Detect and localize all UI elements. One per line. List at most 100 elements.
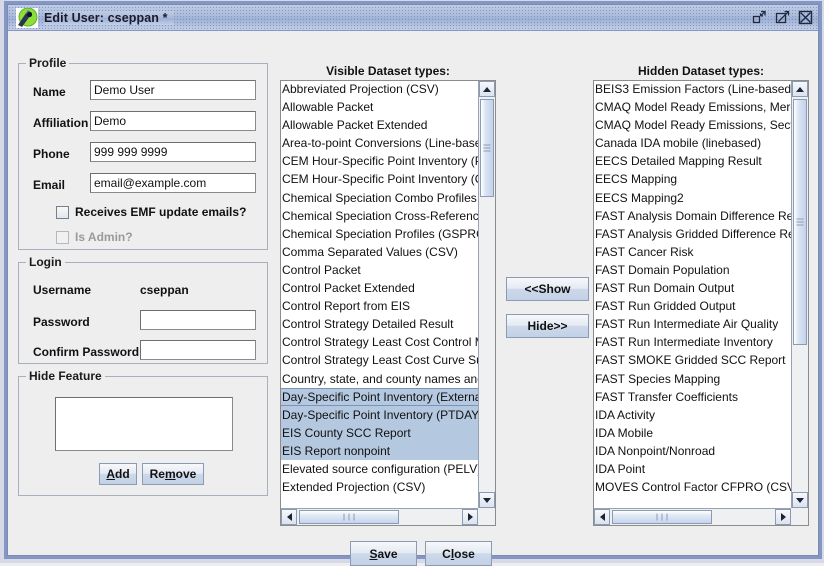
list-item[interactable]: FAST Run Gridded Output: [594, 297, 791, 315]
hidden-hscroll-thumb[interactable]: [612, 510, 712, 524]
scroll-left-arrow-icon[interactable]: [281, 509, 297, 525]
list-item[interactable]: IDA Mobile: [594, 424, 791, 442]
list-item[interactable]: EIS County SCC Report: [281, 424, 478, 442]
remove-button[interactable]: Remove: [142, 463, 204, 485]
show-button[interactable]: <<Show: [506, 277, 589, 301]
list-item[interactable]: FAST SMOKE Gridded SCC Report: [594, 351, 791, 369]
list-item[interactable]: FAST Run Intermediate Inventory: [594, 333, 791, 351]
list-item[interactable]: Control Packet: [281, 261, 478, 279]
hidden-list-hscrollbar[interactable]: [594, 508, 791, 525]
window-controls: [751, 5, 813, 30]
email-field[interactable]: [90, 173, 256, 193]
visible-dataset-list[interactable]: Abbreviated Projection (CSV)Allowable Pa…: [280, 80, 496, 526]
list-item[interactable]: CEM Hour-Specific Point Inventory (ORL): [281, 170, 478, 188]
scroll-down-arrow-icon[interactable]: [479, 492, 495, 508]
list-item[interactable]: EECS Mapping2: [594, 189, 791, 207]
scroll-down-arrow-icon[interactable]: [792, 492, 808, 508]
affiliation-field[interactable]: [90, 111, 256, 131]
list-item[interactable]: Control Strategy Detailed Result: [281, 315, 478, 333]
hidden-vscroll-thumb[interactable]: [793, 99, 807, 345]
list-item[interactable]: Abbreviated Projection (CSV): [281, 81, 478, 98]
receives-emails-checkbox[interactable]: Receives EMF update emails?: [56, 205, 246, 219]
list-item[interactable]: FAST Cancer Risk: [594, 243, 791, 261]
list-item[interactable]: FAST Species Mapping: [594, 370, 791, 388]
hidden-list-items: BEIS3 Emission Factors (Line-based)CMAQ …: [594, 81, 791, 496]
list-item[interactable]: FAST Transfer Coefficients: [594, 388, 791, 406]
scroll-up-arrow-icon[interactable]: [792, 81, 808, 97]
list-item[interactable]: IDA Nonpoint/Nonroad: [594, 442, 791, 460]
scroll-up-arrow-icon[interactable]: [479, 81, 495, 97]
desktop-background: Edit User: cseppan *: [0, 0, 824, 563]
list-item[interactable]: IDA Point: [594, 460, 791, 478]
scroll-right-arrow-icon[interactable]: [775, 509, 791, 525]
visible-list-items: Abbreviated Projection (CSV)Allowable Pa…: [281, 81, 478, 496]
edit-user-icon: [16, 8, 38, 28]
list-item[interactable]: Day-Specific Point Inventory (External): [281, 388, 478, 406]
thumb-grip: [484, 143, 491, 154]
list-item[interactable]: Elevated source configuration (PELV): [281, 460, 478, 478]
list-item[interactable]: FAST Domain Population: [594, 261, 791, 279]
list-item[interactable]: FAST Run Intermediate Air Quality: [594, 315, 791, 333]
is-admin-checkbox: Is Admin?: [56, 230, 133, 244]
username-label: Username: [33, 283, 91, 297]
list-item[interactable]: Chemical Speciation Cross-Reference: [281, 207, 478, 225]
list-item[interactable]: Allowable Packet: [281, 98, 478, 116]
list-item[interactable]: Area-to-point Conversions (Line-based): [281, 134, 478, 152]
confirm-password-field[interactable]: [140, 340, 256, 360]
visible-list-caption: Visible Dataset types:: [280, 64, 496, 78]
list-item[interactable]: Chemical Speciation Profiles (GSPRO): [281, 225, 478, 243]
list-item[interactable]: Canada IDA mobile (linebased): [594, 134, 791, 152]
name-label: Name: [33, 85, 66, 99]
list-item[interactable]: FAST Analysis Domain Difference Result: [594, 207, 791, 225]
list-item[interactable]: Control Packet Extended: [281, 279, 478, 297]
list-item[interactable]: IDA Activity: [594, 406, 791, 424]
phone-field[interactable]: [90, 142, 256, 162]
window-title: Edit User: cseppan *: [44, 11, 174, 25]
hidden-dataset-list[interactable]: BEIS3 Emission Factors (Line-based)CMAQ …: [593, 80, 809, 526]
close-button-footer[interactable]: Close: [425, 541, 492, 566]
list-item[interactable]: CMAQ Model Ready Emissions, Merged: [594, 98, 791, 116]
visible-list-vscrollbar[interactable]: [478, 81, 495, 508]
thumb-grip: [797, 217, 804, 228]
list-item[interactable]: CEM Hour-Specific Point Inventory (PTHOU…: [281, 152, 478, 170]
list-item[interactable]: Control Strategy Least Cost Control Meas…: [281, 333, 478, 351]
list-item[interactable]: Day-Specific Point Inventory (PTDAY): [281, 406, 478, 424]
list-item[interactable]: Control Strategy Least Cost Curve Summar…: [281, 351, 478, 369]
visible-list-hscrollbar[interactable]: [281, 508, 478, 525]
list-item[interactable]: Comma Separated Values (CSV): [281, 243, 478, 261]
visible-hscroll-thumb[interactable]: [299, 510, 399, 524]
list-item[interactable]: CMAQ Model Ready Emissions, Sector: [594, 116, 791, 134]
list-item[interactable]: EIS Report nonpoint: [281, 442, 478, 460]
scroll-right-arrow-icon[interactable]: [462, 509, 478, 525]
password-label: Password: [33, 315, 90, 329]
affiliation-label: Affiliation: [33, 116, 88, 130]
list-item[interactable]: Country, state, and county names and dat…: [281, 370, 478, 388]
hide-button[interactable]: Hide>>: [506, 314, 589, 338]
receives-emails-label: Receives EMF update emails?: [75, 205, 246, 219]
list-item[interactable]: EECS Detailed Mapping Result: [594, 152, 791, 170]
confirm-password-label: Confirm Password: [33, 345, 139, 359]
maximize-button[interactable]: [774, 10, 790, 26]
list-item[interactable]: EECS Mapping: [594, 170, 791, 188]
list-item[interactable]: BEIS3 Emission Factors (Line-based): [594, 81, 791, 98]
hidden-list-vscrollbar[interactable]: [791, 81, 808, 508]
restore-button[interactable]: [751, 10, 767, 26]
visible-vscroll-thumb[interactable]: [480, 99, 494, 197]
list-item[interactable]: Extended Projection (CSV): [281, 478, 478, 496]
list-item[interactable]: Control Report from EIS: [281, 297, 478, 315]
hide-feature-group: Hide Feature Add Remove: [18, 376, 268, 496]
save-button[interactable]: Save: [350, 541, 417, 566]
list-item[interactable]: Allowable Packet Extended: [281, 116, 478, 134]
hide-feature-textarea[interactable]: [55, 397, 233, 451]
name-field[interactable]: [90, 80, 256, 100]
list-item[interactable]: Chemical Speciation Combo Profiles: [281, 189, 478, 207]
scroll-left-arrow-icon[interactable]: [594, 509, 610, 525]
password-field[interactable]: [140, 310, 256, 330]
list-item[interactable]: FAST Run Domain Output: [594, 279, 791, 297]
list-item[interactable]: FAST Analysis Gridded Difference Result: [594, 225, 791, 243]
add-button[interactable]: Add: [99, 463, 137, 485]
thumb-grip: [342, 514, 357, 521]
close-button[interactable]: [797, 10, 813, 26]
list-item[interactable]: MOVES Control Factor CFPRO (CSV): [594, 478, 791, 496]
window-titlebar[interactable]: Edit User: cseppan *: [8, 5, 818, 31]
